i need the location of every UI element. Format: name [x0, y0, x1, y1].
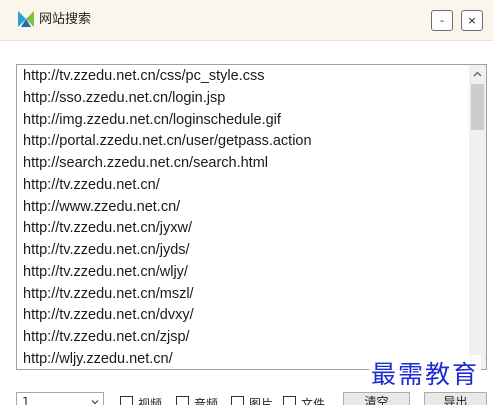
checkbox-box[interactable]	[120, 396, 133, 405]
filter-video-checkbox[interactable]: 视频	[120, 395, 162, 405]
filter-label: 文件	[301, 397, 326, 405]
title-bar: 网站搜索 - ×	[0, 0, 493, 41]
url-list: http://tv.zzedu.net.cn/css/pc_style.css …	[23, 66, 463, 369]
checkbox-box[interactable]	[283, 396, 296, 405]
list-item[interactable]: http://tv.zzedu.net.cn/	[23, 175, 463, 197]
list-item[interactable]: http://tv.zzedu.net.cn/jyxw/	[23, 218, 463, 240]
export-button[interactable]: 导出	[424, 392, 487, 405]
watermark: 最需教育	[369, 355, 482, 391]
filter-file-checkbox[interactable]: 文件	[283, 395, 325, 405]
minimize-button[interactable]: -	[431, 10, 453, 31]
filter-audio-checkbox[interactable]: 音频	[176, 395, 218, 405]
filter-label: 视频	[138, 397, 163, 405]
chevron-down-icon	[91, 400, 99, 405]
results-listbox[interactable]: http://tv.zzedu.net.cn/css/pc_style.css …	[16, 64, 487, 370]
close-button[interactable]: ×	[461, 10, 483, 31]
checkbox-box[interactable]	[176, 396, 189, 405]
filter-label: 图片	[249, 397, 274, 405]
scroll-thumb[interactable]	[471, 84, 484, 130]
list-item[interactable]: http://tv.zzedu.net.cn/mszl/	[23, 284, 463, 306]
clear-button[interactable]: 清空	[343, 392, 410, 405]
scroll-up-button[interactable]	[469, 65, 486, 82]
list-item[interactable]: http://www.zzedu.net.cn/	[23, 197, 463, 219]
select-value: 1	[22, 395, 30, 405]
window-title: 网站搜索	[39, 12, 92, 27]
checkbox-box[interactable]	[231, 396, 244, 405]
list-item[interactable]: http://search.zzedu.net.cn/search.html	[23, 153, 463, 175]
list-item[interactable]: http://img.zzedu.net.cn/loginschedule.gi…	[23, 110, 463, 132]
list-item[interactable]: http://tv.zzedu.net.cn/css/pc_style.css	[23, 66, 463, 88]
list-item[interactable]: http://tv.zzedu.net.cn/zjsp/	[23, 327, 463, 349]
filter-label: 音频	[194, 397, 219, 405]
app-logo-icon	[18, 11, 34, 27]
bottom-toolbar: 1 视频 音频 图片 文件 清空 导出	[0, 388, 493, 405]
list-item[interactable]: http://tv.zzedu.net.cn/jyds/	[23, 240, 463, 262]
list-item[interactable]: http://tv.zzedu.net.cn/wljy/	[23, 262, 463, 284]
filter-image-checkbox[interactable]: 图片	[231, 395, 273, 405]
list-item[interactable]: http://tv.zzedu.net.cn/dvxy/	[23, 305, 463, 327]
list-item[interactable]: http://sso.zzedu.net.cn/login.jsp	[23, 88, 463, 110]
list-item[interactable]: http://portal.zzedu.net.cn/user/getpass.…	[23, 131, 463, 153]
count-select[interactable]: 1	[16, 392, 104, 405]
vertical-scrollbar[interactable]	[469, 65, 486, 369]
chevron-up-icon	[473, 71, 482, 76]
